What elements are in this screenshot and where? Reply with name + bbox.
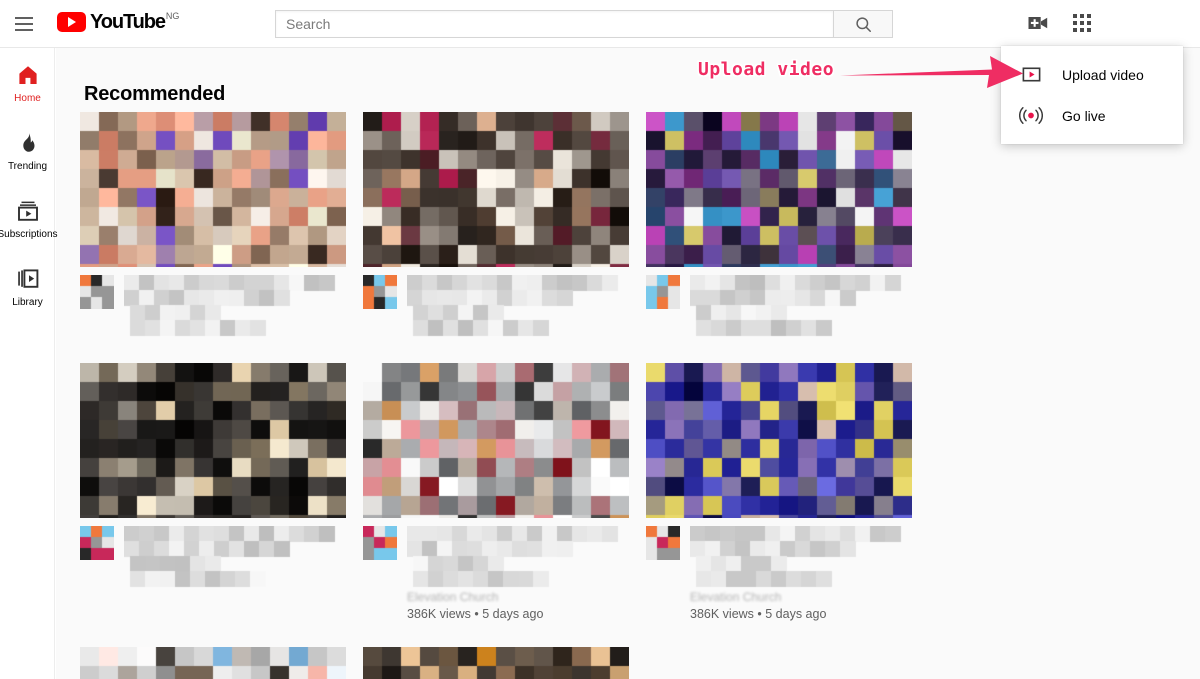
video-thumbnail[interactable]: [80, 363, 346, 518]
channel-avatar[interactable]: [646, 526, 680, 560]
sidebar-item-subscriptions[interactable]: Subscriptions: [0, 199, 58, 257]
youtube-play-icon: [57, 12, 86, 32]
home-icon: [18, 66, 37, 84]
sidebar-nav: Home Trending Subscriptions Library: [0, 47, 58, 679]
create-video-icon[interactable]: [1026, 11, 1050, 40]
sidebar-item-home[interactable]: Home: [0, 63, 55, 121]
video-card[interactable]: Laye Iron832 views • 5 days ago: [80, 647, 346, 679]
video-thumbnail[interactable]: [363, 112, 629, 267]
hamburger-bar: [15, 17, 33, 19]
search-button[interactable]: [833, 10, 893, 38]
hamburger-bar: [15, 23, 33, 25]
channel-avatar[interactable]: [80, 275, 114, 309]
hamburger-bar: [15, 29, 33, 31]
video-card[interactable]: UFC - Ultimate Fighting Championship486K…: [363, 647, 629, 679]
video-text-block: [690, 275, 912, 337]
channel-avatar[interactable]: [363, 526, 397, 560]
video-title[interactable]: [407, 526, 629, 588]
menu-item-label: Upload video: [1062, 66, 1144, 83]
create-dropdown-menu: Upload video Go live: [1001, 46, 1183, 144]
video-thumbnail[interactable]: [80, 112, 346, 267]
sidebar-item-trending[interactable]: Trending: [0, 131, 55, 189]
header-action-icons: [1026, 11, 1092, 40]
page-title: Recommended: [84, 83, 226, 105]
channel-name[interactable]: Elevation Church: [690, 590, 912, 604]
video-thumbnail[interactable]: [363, 363, 629, 518]
search-bar: [275, 10, 893, 38]
video-meta: [363, 267, 629, 337]
video-title[interactable]: [407, 275, 629, 337]
video-meta: Elevation Church 386K views • 5 days ago: [646, 518, 912, 621]
menu-item-label: Go live: [1062, 107, 1106, 124]
video-grid: Elevation Church 386K views • 5 days ago E…: [80, 112, 1200, 679]
youtube-logo-text: YouTube: [90, 11, 166, 33]
sidebar-label: Library: [12, 297, 43, 308]
channel-avatar[interactable]: [646, 275, 680, 309]
video-card[interactable]: [80, 363, 346, 621]
video-card[interactable]: [363, 112, 629, 337]
video-thumbnail[interactable]: [80, 647, 346, 679]
video-thumbnail[interactable]: [363, 647, 629, 679]
video-card[interactable]: Elevation Church 386K views • 5 days ago: [363, 363, 629, 621]
video-stats: 386K views • 5 days ago: [690, 607, 827, 621]
video-text-block: Elevation Church 386K views • 5 days ago: [690, 526, 912, 621]
youtube-logo[interactable]: YouTube NG: [57, 10, 179, 34]
video-title[interactable]: [124, 526, 346, 588]
video-title[interactable]: [124, 275, 346, 337]
subscriptions-icon: [17, 201, 38, 221]
sidebar-label: Home: [14, 93, 41, 104]
sidebar-item-library[interactable]: Library: [0, 267, 55, 325]
go-live-icon: [1019, 105, 1043, 126]
video-title[interactable]: [690, 526, 912, 588]
top-header: YouTube NG: [0, 0, 1200, 48]
video-stats: 386K views • 5 days ago: [407, 607, 544, 621]
sidebar-label: Trending: [7, 161, 48, 172]
youtube-country-code: NG: [165, 11, 180, 21]
upload-video-icon: [1019, 64, 1043, 85]
search-input[interactable]: [275, 10, 833, 38]
apps-grid-icon[interactable]: [1072, 13, 1092, 38]
video-text-block: [407, 275, 629, 337]
menu-item-upload-video[interactable]: Upload video: [1001, 54, 1183, 95]
hamburger-menu-icon[interactable]: [12, 12, 36, 36]
flame-icon: [22, 133, 34, 152]
search-icon: [855, 16, 871, 32]
video-card[interactable]: Elevation Church 386K views • 5 days ago: [646, 363, 912, 621]
video-text-block: [124, 526, 346, 588]
menu-item-go-live[interactable]: Go live: [1001, 95, 1183, 136]
channel-name[interactable]: Elevation Church: [407, 590, 629, 604]
video-card[interactable]: [80, 112, 346, 337]
video-meta: [80, 267, 346, 337]
channel-avatar[interactable]: [363, 275, 397, 309]
channel-avatar[interactable]: [80, 526, 114, 560]
video-thumbnail[interactable]: [646, 363, 912, 518]
video-meta: [80, 518, 346, 588]
video-thumbnail[interactable]: [646, 112, 912, 267]
video-meta: Elevation Church 386K views • 5 days ago: [363, 518, 629, 621]
library-icon: [17, 269, 38, 288]
video-text-block: Elevation Church 386K views • 5 days ago: [407, 526, 629, 621]
sidebar-label: Subscriptions: [0, 229, 58, 240]
video-title[interactable]: [690, 275, 912, 337]
video-text-block: [124, 275, 346, 337]
video-card[interactable]: [646, 112, 912, 337]
video-meta: [646, 267, 912, 337]
